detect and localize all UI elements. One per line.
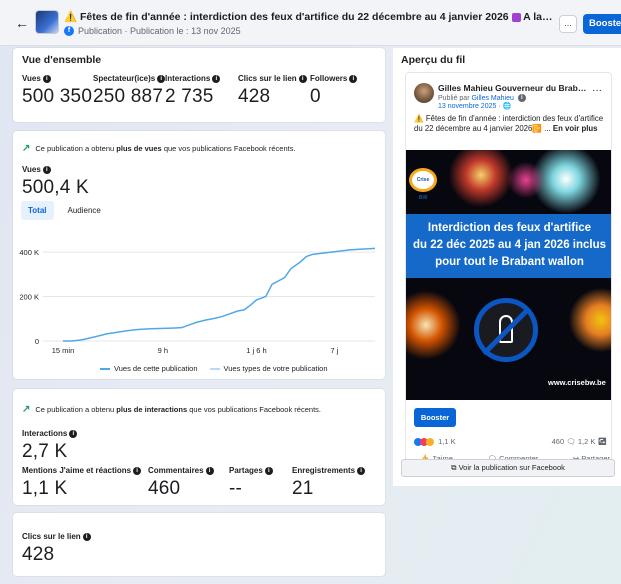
firework-decoration: [506, 160, 546, 200]
metric-value: 2 735: [165, 86, 214, 107]
post-text: ⚠️ Fêtes de fin d'année : interdiction d…: [414, 114, 604, 133]
comment-icon: 🗨: [566, 437, 576, 446]
views-insight: ↗ Ce publication a obtenu plus de vues q…: [22, 143, 296, 154]
metric-followers: Followers i 0: [310, 74, 358, 108]
metric-reactions: Mentions J'aime et réactions i 1,1 K: [22, 466, 142, 500]
no-fireworks-icon: [474, 298, 538, 362]
view-on-facebook-button[interactable]: ⧉ Voir la publication sur Facebook: [401, 459, 615, 477]
facebook-icon: f: [64, 26, 74, 36]
x-tick-label: 1 j 6 h: [246, 346, 266, 355]
chart-tabs: Total Audience: [21, 201, 101, 220]
preview-boost-button[interactable]: Booster: [414, 408, 456, 427]
interactions-value: 2,7 K: [22, 441, 68, 462]
back-arrow-icon[interactable]: ←: [14, 15, 30, 31]
info-icon[interactable]: i: [82, 532, 91, 541]
info-icon[interactable]: i: [42, 165, 51, 174]
info-icon[interactable]: i: [69, 429, 78, 438]
info-icon[interactable]: i: [212, 74, 221, 83]
info-icon[interactable]: i: [205, 466, 214, 475]
wow-reaction-icon: [426, 438, 434, 447]
interactions-insight: ↗ Ce publication a obtenu plus de intera…: [22, 404, 321, 415]
metric-saves: Enregistrements i 21: [292, 466, 366, 500]
legend-item-series2: Vues types de votre publication: [209, 364, 327, 373]
tab-total[interactable]: Total: [21, 201, 54, 220]
more-options-button[interactable]: ...: [559, 15, 577, 33]
published-by: Publié par Gilles Mahieu i: [438, 94, 526, 102]
post-title: ⚠️ Fêtes de fin d'année : interdiction d…: [64, 11, 554, 23]
metric-value: 0: [310, 86, 321, 107]
link-clicks-card: Clics sur le lien i 428: [13, 513, 385, 576]
x-tick-label: 15 min: [52, 346, 75, 355]
views-line-chart: 0 200 K 400 K 15 min 9 h 1 j 6 h 7 j: [19, 247, 376, 355]
preview-title: Aperçu du fil: [401, 54, 466, 66]
metric-value: 250 887: [93, 86, 164, 107]
metric-interactions: Interactions i 2 735: [165, 74, 221, 108]
metric-comments: Commentaires i 460: [148, 466, 214, 500]
post-subtitle: f Publication · Publication le : 13 nov 2…: [64, 26, 241, 36]
info-icon[interactable]: i: [349, 74, 358, 83]
chart-legend: Vues de cette publication Vues types de …: [100, 364, 327, 373]
metric-views: Vues i 500 350: [22, 74, 93, 107]
link-clicks-label: Clics sur le lien i: [22, 532, 91, 541]
share-icon: ↪: [597, 437, 607, 446]
image-banner: Interdiction des feux d'artifice du 22 d…: [406, 214, 611, 278]
image-website: www.crisebw.be: [548, 378, 606, 387]
header-bar: ← ⚠️ Fêtes de fin d'année : interdiction…: [0, 0, 621, 46]
external-link-icon: ⧉: [451, 463, 457, 472]
y-tick-label: 400 K: [19, 248, 39, 257]
info-icon: i: [517, 94, 526, 102]
reactions-summary: 1,1 K 460 🗨 1,2 K ↪: [414, 437, 607, 447]
page-name[interactable]: Gilles Mahieu Gouverneur du Brabant ...: [438, 83, 588, 93]
trend-up-icon: ↗: [22, 143, 31, 154]
crise-bw-logo: Crise BW: [409, 168, 437, 201]
info-icon[interactable]: i: [298, 74, 307, 83]
views-label: Vues i: [22, 165, 51, 174]
post-image[interactable]: Crise BW Interdiction des feux d'artific…: [406, 150, 611, 400]
views-value: 500,4 K: [22, 177, 89, 198]
post-preview: Gilles Mahieu Gouverneur du Brabant ... …: [405, 72, 612, 464]
metric-viewers: Spectateur(ice)s i 250 887: [93, 74, 166, 108]
info-icon[interactable]: i: [133, 466, 142, 475]
interactions-card: ↗ Ce publication a obtenu plus de intera…: [13, 389, 385, 505]
interactions-label: Interactions i: [22, 429, 78, 438]
info-icon[interactable]: i: [264, 466, 273, 475]
y-tick-label: 200 K: [19, 293, 39, 302]
metric-value: 500 350: [22, 86, 93, 107]
metric-value: 428: [238, 86, 271, 107]
page-avatar[interactable]: [414, 83, 434, 103]
metric-shares: Partages i --: [229, 466, 273, 500]
see-more-link[interactable]: En voir plus: [553, 124, 598, 133]
boost-button[interactable]: Booster: [583, 14, 621, 34]
views-card: ↗ Ce publication a obtenu plus de vues q…: [13, 131, 385, 379]
firework-decoration: [566, 285, 611, 355]
overview-card: Vue d'ensemble Vues i 500 350 Spectateur(…: [13, 48, 385, 122]
x-tick-label: 9 h: [158, 346, 168, 355]
info-icon[interactable]: i: [357, 466, 366, 475]
post-date[interactable]: 13 novembre 2025 · 🌐: [438, 102, 511, 110]
metric-value: 460: [148, 478, 181, 499]
metric-value: --: [229, 478, 243, 499]
phone-off-icon: [511, 12, 521, 22]
metric-value: 21: [292, 478, 314, 499]
x-tick-label: 7 j: [330, 346, 338, 355]
post-more-icon[interactable]: ···: [592, 85, 602, 96]
info-icon[interactable]: i: [42, 74, 51, 83]
series-line-1: [63, 247, 376, 342]
trend-up-icon: ↗: [22, 404, 31, 415]
legend-item-series1: Vues de cette publication: [100, 364, 198, 373]
metric-link-clicks: Clics sur le lien i 428: [238, 74, 307, 108]
y-tick-label: 0: [35, 337, 39, 346]
firework-decoration: [406, 290, 466, 360]
overview-title: Vue d'ensemble: [22, 54, 102, 66]
post-thumbnail: [35, 10, 59, 34]
link-clicks-value: 428: [22, 544, 55, 565]
metric-value: 1,1 K: [22, 478, 68, 499]
tab-audience[interactable]: Audience: [68, 201, 101, 220]
warning-icon: ⚠️: [64, 11, 78, 23]
